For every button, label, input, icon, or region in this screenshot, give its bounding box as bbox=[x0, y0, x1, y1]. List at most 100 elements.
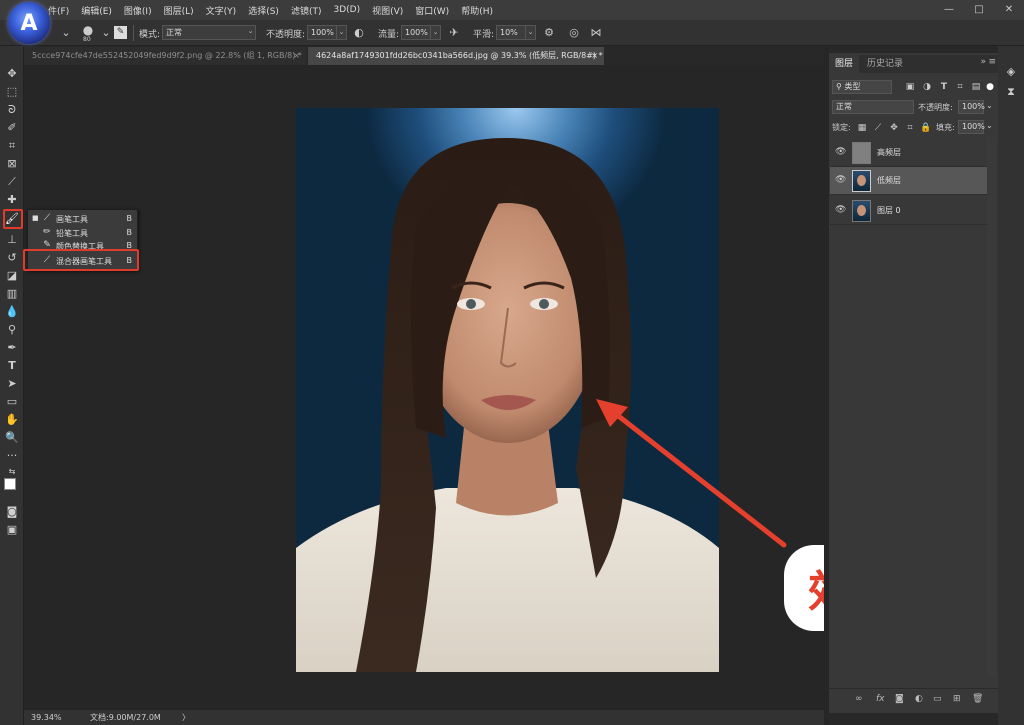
smooth-input[interactable]: 10% bbox=[496, 25, 526, 40]
maximize-icon[interactable]: □ bbox=[964, 0, 994, 20]
clone-stamp-tool-icon[interactable]: ⊥ bbox=[4, 232, 20, 248]
status-menu-arrow[interactable]: 〉 bbox=[182, 710, 190, 725]
dodge-tool-icon[interactable]: ⚲ bbox=[4, 322, 20, 338]
menu-3d[interactable]: 3D(D) bbox=[327, 5, 366, 15]
lock-pixels-icon[interactable]: ▦ bbox=[856, 122, 868, 134]
history-panel-icon[interactable]: ⧗ bbox=[1003, 84, 1019, 100]
brush-preset-dropdown-icon[interactable]: ⌄ bbox=[58, 25, 74, 41]
healing-brush-tool-icon[interactable]: ✚ bbox=[4, 192, 20, 208]
type-filter-icon[interactable]: T bbox=[938, 81, 950, 93]
zoom-tool-icon[interactable]: 🔍 bbox=[4, 430, 20, 446]
layers-panel-icon[interactable]: ◈ bbox=[1003, 64, 1019, 80]
smart-object-filter-icon[interactable]: ▤ bbox=[970, 81, 982, 93]
blend-mode-select[interactable]: 正常 bbox=[832, 100, 914, 114]
annotation-arrow bbox=[596, 399, 787, 548]
new-layer-icon[interactable]: ⊞ bbox=[953, 694, 961, 704]
flow-dropdown-icon[interactable]: ⌄ bbox=[430, 25, 441, 40]
link-icon[interactable]: ∞ bbox=[855, 694, 863, 704]
chevron-down-icon[interactable]: ⌄ bbox=[986, 101, 993, 110]
opacity-dropdown-icon[interactable]: ⌄ bbox=[336, 25, 347, 40]
lock-all-icon[interactable]: 🔒 bbox=[920, 122, 932, 134]
quick-select-tool-icon[interactable]: ✐ bbox=[4, 120, 20, 136]
flyout-item-brush[interactable]: ■ ⟋ 画笔工具 B bbox=[28, 213, 138, 226]
move-tool-icon[interactable]: ✥ bbox=[4, 66, 20, 82]
flyout-item-pencil[interactable]: ✏ 铅笔工具 B bbox=[28, 227, 138, 240]
history-brush-tool-icon[interactable]: ↺ bbox=[4, 250, 20, 266]
tab-layers[interactable]: 图层 bbox=[829, 55, 860, 73]
panel-menu-icon[interactable]: ≡ bbox=[988, 57, 996, 67]
minimize-icon[interactable]: — bbox=[934, 0, 964, 20]
airbrush-icon[interactable]: ✈ bbox=[446, 25, 462, 41]
screen-mode-icon[interactable]: ▣ bbox=[4, 522, 20, 538]
filter-kind-select[interactable]: ⚲ 类型 bbox=[832, 80, 892, 94]
foreground-color-swatch[interactable] bbox=[4, 478, 16, 490]
gradient-tool-icon[interactable]: ▥ bbox=[4, 286, 20, 302]
lock-artboard-icon[interactable]: ⌗ bbox=[904, 122, 916, 134]
quick-mask-icon[interactable]: ◙ bbox=[4, 504, 20, 520]
eraser-tool-icon[interactable]: ◪ bbox=[4, 268, 20, 284]
menu-select[interactable]: 选择(S) bbox=[242, 4, 285, 17]
pen-tool-icon[interactable]: ✒ bbox=[4, 340, 20, 356]
flow-input[interactable]: 100% bbox=[401, 25, 431, 40]
blur-tool-icon[interactable]: 💧 bbox=[4, 304, 20, 320]
layer-row[interactable]: 👁 图层 0 bbox=[830, 197, 987, 225]
more-tools-icon[interactable]: ··· bbox=[4, 448, 20, 464]
folder-icon[interactable]: ▭ bbox=[933, 694, 942, 704]
close-icon[interactable]: × bbox=[591, 47, 598, 65]
tab-document-2[interactable]: 4624a8af1749301fdd26bc0341ba566d.jpg @ 3… bbox=[308, 47, 604, 65]
fill-input[interactable]: 100% bbox=[958, 120, 985, 134]
menu-view[interactable]: 视图(V) bbox=[366, 4, 409, 17]
lock-paint-icon[interactable]: ⟋ bbox=[872, 122, 884, 134]
symmetry-icon[interactable]: ⋈ bbox=[588, 25, 604, 41]
opacity-label: 不透明度: bbox=[918, 103, 953, 112]
pressure-size-icon[interactable]: ◎ bbox=[566, 25, 582, 41]
layer-row[interactable]: 👁 高频层 bbox=[830, 139, 987, 167]
layers-scrollbar[interactable] bbox=[987, 137, 996, 677]
frame-tool-icon[interactable]: ⊠ bbox=[4, 156, 20, 172]
zoom-level[interactable]: 39.34% bbox=[31, 710, 62, 725]
pressure-opacity-icon[interactable]: ◐ bbox=[351, 25, 367, 41]
tab-document-1[interactable]: 5ccce974cfe47de552452049fed9d9f2.png @ 2… bbox=[24, 47, 306, 65]
mask-icon[interactable]: ◙ bbox=[895, 694, 904, 704]
brush-dropdown-icon[interactable]: ⌄ bbox=[98, 25, 114, 41]
panel-collapse-icon[interactable]: » bbox=[980, 57, 986, 67]
shape-filter-icon[interactable]: ⌗ bbox=[954, 81, 966, 93]
type-tool-icon[interactable]: T bbox=[4, 358, 20, 374]
menu-type[interactable]: 文字(Y) bbox=[200, 4, 243, 17]
lock-position-icon[interactable]: ✥ bbox=[888, 122, 900, 134]
smooth-dropdown-icon[interactable]: ⌄ bbox=[525, 25, 536, 40]
layer-row-selected[interactable]: 👁 低频层 bbox=[830, 167, 987, 195]
tab-history[interactable]: 历史记录 bbox=[861, 55, 909, 73]
adjustment-icon[interactable]: ◐ bbox=[915, 694, 923, 704]
menu-layer[interactable]: 图层(L) bbox=[158, 4, 200, 17]
eye-icon[interactable]: 👁 bbox=[835, 147, 846, 157]
lasso-tool-icon[interactable]: ᘐ bbox=[4, 102, 20, 118]
eyedropper-tool-icon[interactable]: ⟋ bbox=[4, 174, 20, 190]
menu-help[interactable]: 帮助(H) bbox=[455, 4, 499, 17]
path-select-tool-icon[interactable]: ➤ bbox=[4, 376, 20, 392]
adjustment-filter-icon[interactable]: ◑ bbox=[921, 81, 933, 93]
chevron-down-icon[interactable]: ⌄ bbox=[986, 121, 993, 130]
filter-toggle-icon[interactable]: ● bbox=[984, 81, 996, 93]
document-image[interactable] bbox=[296, 108, 719, 672]
menu-window[interactable]: 窗口(W) bbox=[409, 4, 455, 17]
brush-settings-icon[interactable]: ✎ bbox=[114, 26, 127, 39]
marquee-tool-icon[interactable]: ⬚ bbox=[4, 84, 20, 100]
layer-opacity-input[interactable]: 100% bbox=[958, 100, 985, 114]
pixel-filter-icon[interactable]: ▣ bbox=[904, 81, 916, 93]
menu-filter[interactable]: 滤镜(T) bbox=[285, 4, 328, 17]
close-icon[interactable]: × bbox=[293, 47, 300, 65]
eye-icon[interactable]: 👁 bbox=[835, 175, 846, 185]
crop-tool-icon[interactable]: ⌗ bbox=[4, 138, 20, 154]
menu-image[interactable]: 图像(I) bbox=[118, 4, 158, 17]
gear-icon[interactable]: ⚙ bbox=[541, 25, 557, 41]
close-icon[interactable]: ✕ bbox=[994, 0, 1024, 20]
hand-tool-icon[interactable]: ✋ bbox=[4, 412, 20, 428]
trash-icon[interactable]: 🗑 bbox=[972, 694, 983, 704]
eye-icon[interactable]: 👁 bbox=[835, 205, 846, 215]
rectangle-tool-icon[interactable]: ▭ bbox=[4, 394, 20, 410]
fx-icon[interactable]: fx bbox=[876, 694, 885, 704]
mode-select[interactable]: 正常 bbox=[162, 25, 256, 40]
menu-edit[interactable]: 编辑(E) bbox=[75, 4, 118, 17]
opacity-input[interactable]: 100% bbox=[307, 25, 337, 40]
